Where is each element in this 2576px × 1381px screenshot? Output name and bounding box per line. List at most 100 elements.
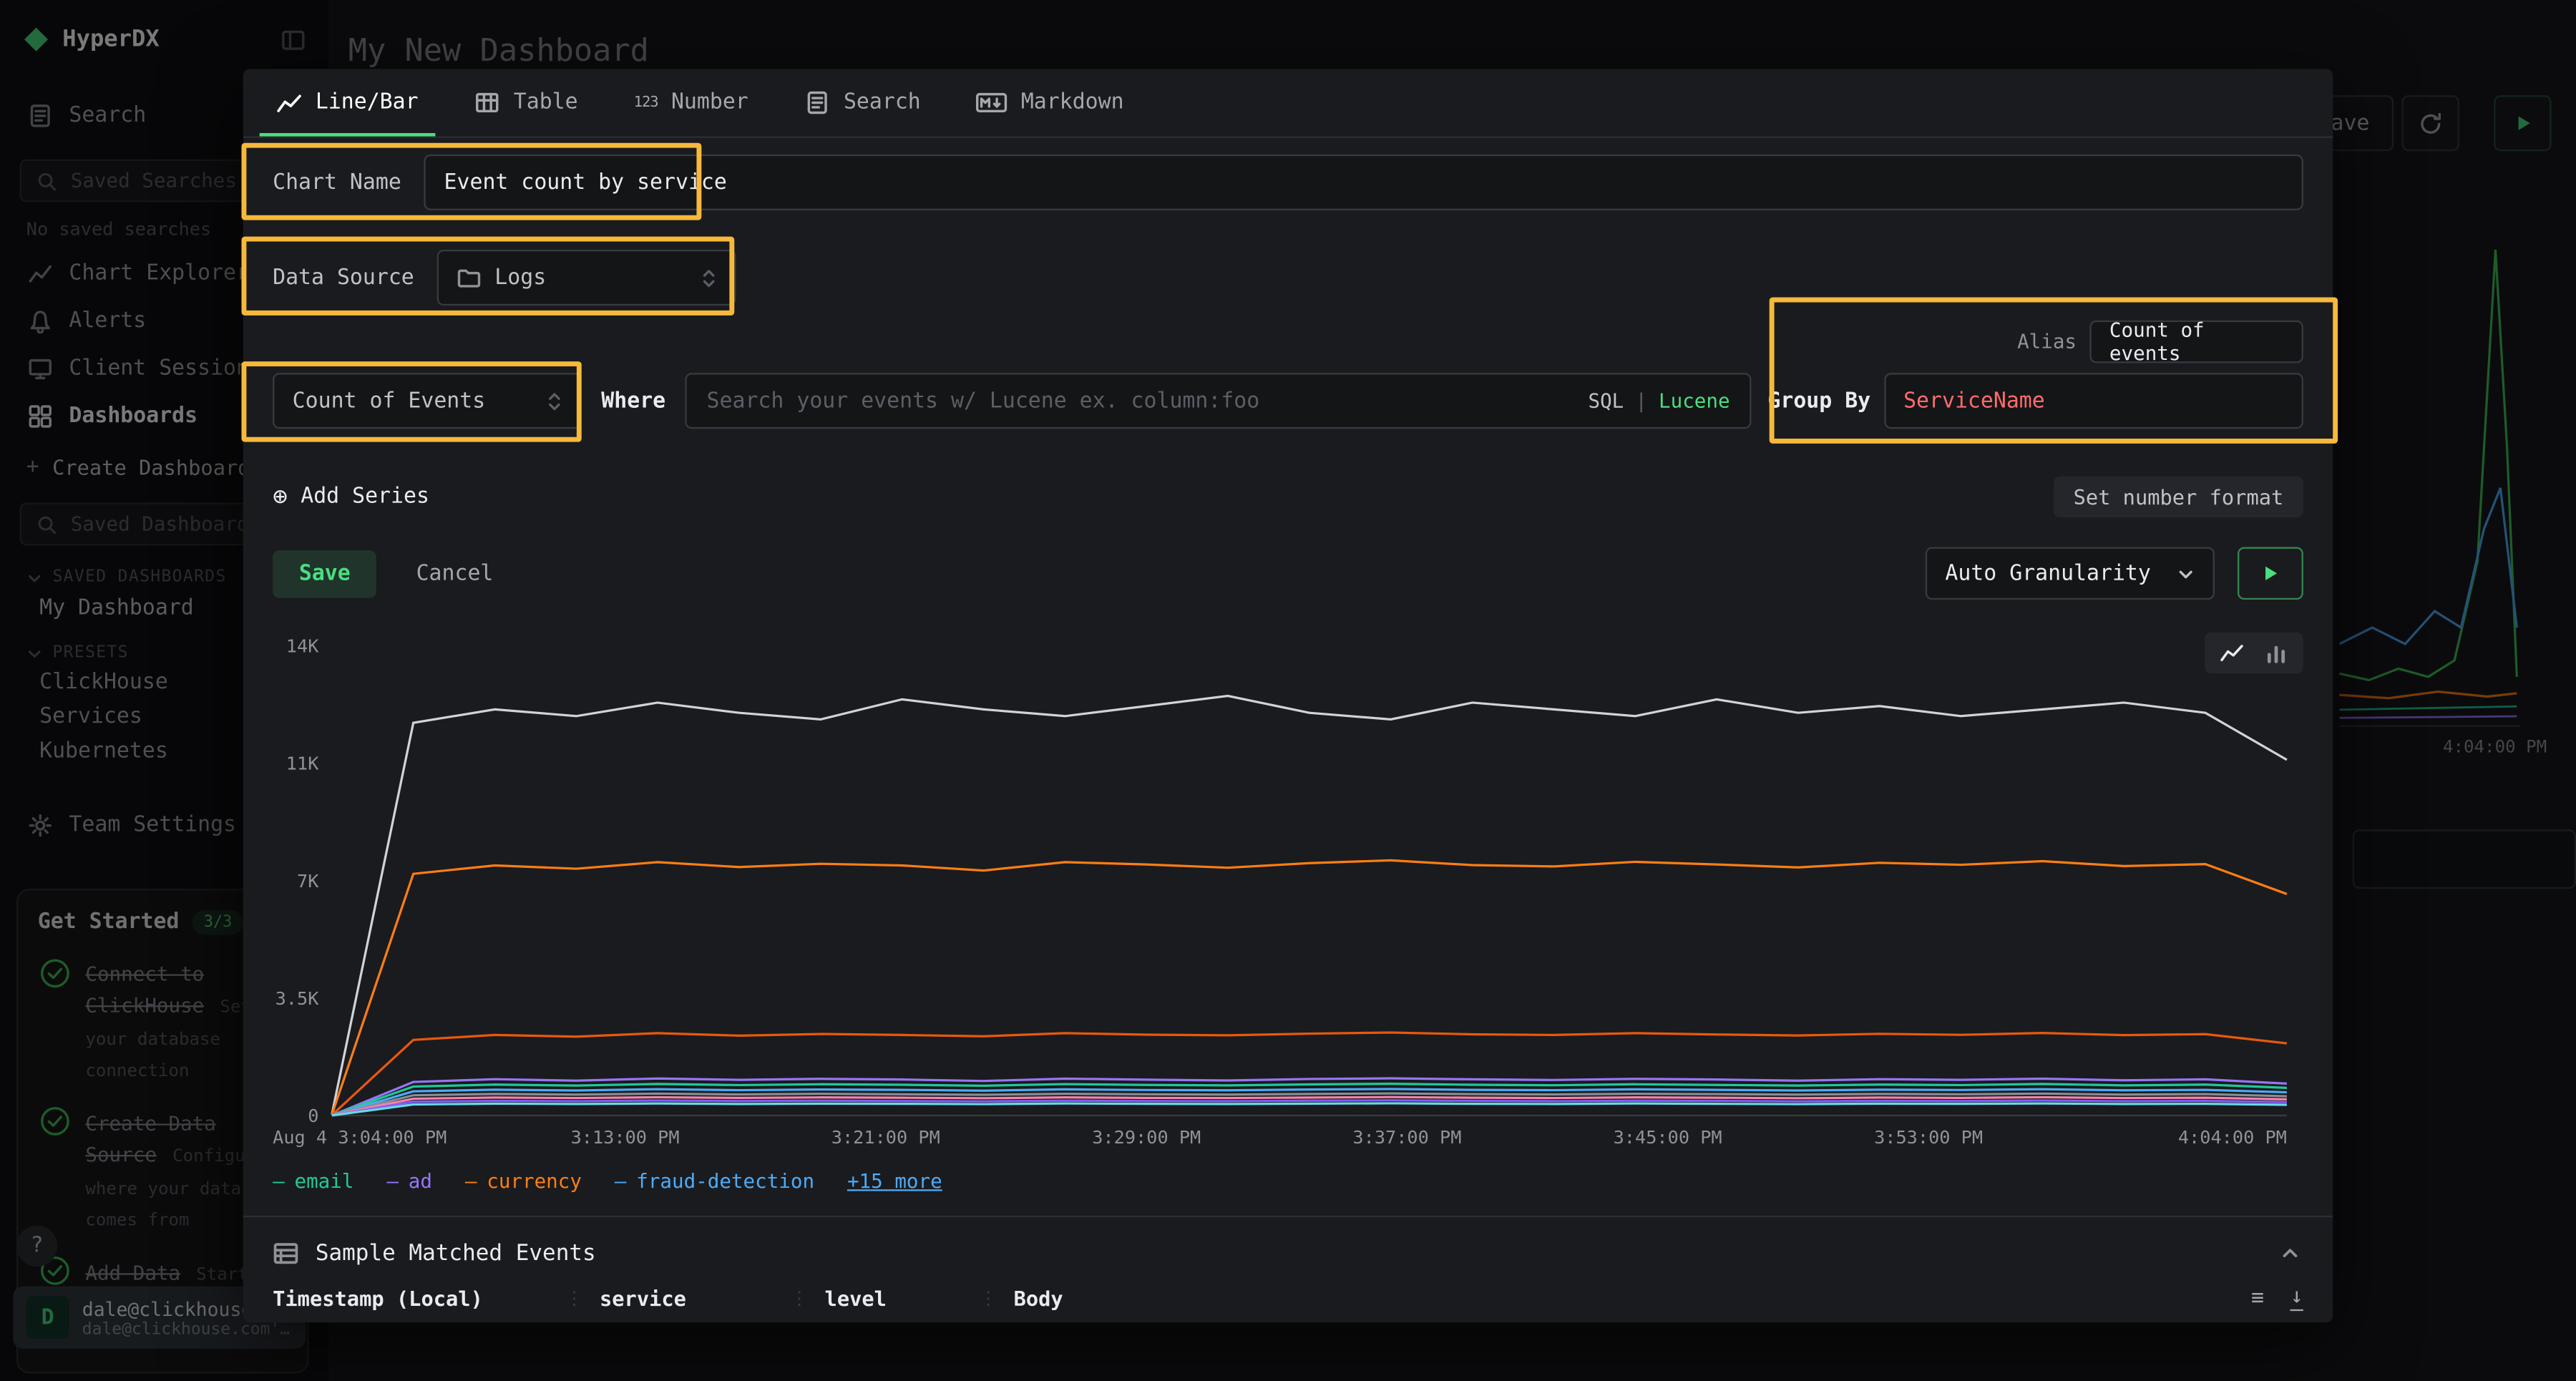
lucene-mode-toggle[interactable]: Lucene (1659, 389, 1730, 412)
data-source-label: Data Source (273, 265, 414, 290)
where-placeholder: Search your events w/ Lucene ex. column:… (707, 389, 1589, 413)
where-label: Where (601, 389, 665, 414)
folder-icon (457, 265, 481, 290)
chevron-down-icon (2177, 565, 2195, 582)
svg-text:11K: 11K (286, 753, 319, 774)
column-separator: ⋮ (979, 1288, 997, 1309)
svg-text:3:29:00 PM: 3:29:00 PM (1092, 1127, 1201, 1148)
app-root: HyperDX Search Saved Searches No saved s… (0, 0, 2576, 1381)
add-series-label: Add Series (301, 484, 429, 508)
chart-display-toggle[interactable] (2205, 633, 2303, 673)
group-by-value: ServiceName (1903, 389, 2045, 413)
save-chart-button[interactable]: Save (273, 550, 376, 597)
alias-input[interactable]: Count of events (2089, 321, 2303, 363)
chart-type-tabs: Line/Bar Table 123 Number Search (243, 69, 2333, 137)
number-123-icon: 123 (634, 94, 658, 111)
svg-text:3:45:00 PM: 3:45:00 PM (1614, 1127, 1722, 1148)
tab-line-bar[interactable]: Line/Bar (276, 69, 419, 136)
table-icon (474, 90, 501, 114)
svg-text:3:21:00 PM: 3:21:00 PM (831, 1127, 940, 1148)
tab-label: Number (671, 90, 748, 114)
legend-label: fraud-detection (636, 1170, 814, 1193)
tab-label: Table (514, 90, 578, 114)
updown-chevrons-icon (702, 265, 717, 290)
legend-dash: — (615, 1170, 627, 1193)
sql-mode-toggle[interactable]: SQL (1588, 389, 1624, 412)
alias-label: Alias (2017, 330, 2077, 353)
svg-text:14K: 14K (286, 635, 319, 656)
column-timestamp[interactable]: Timestamp (Local) (273, 1287, 549, 1311)
preview-chart: 0 3.5K 7K 11K 14K Aug 4 3:04:00 PM 3:13:00 PM 3… (243, 629, 2333, 1151)
column-separator: ⋮ (790, 1288, 808, 1309)
svg-text:7K: 7K (297, 871, 319, 892)
run-query-button[interactable] (2238, 547, 2303, 600)
tab-number[interactable]: 123 Number (634, 69, 748, 136)
svg-text:4:04:00 PM: 4:04:00 PM (2178, 1127, 2287, 1148)
markdown-icon (977, 90, 1008, 114)
granularity-value: Auto Granularity (1945, 561, 2151, 585)
legend-label: ad (409, 1170, 432, 1193)
cancel-button[interactable]: Cancel (416, 561, 494, 585)
legend-item-email[interactable]: — email (273, 1170, 353, 1193)
tab-label: Markdown (1021, 90, 1124, 114)
svg-text:Aug 4 3:04:00 PM: Aug 4 3:04:00 PM (273, 1127, 447, 1148)
legend-dash: — (465, 1170, 477, 1193)
svg-text:3:53:00 PM: 3:53:00 PM (1874, 1127, 1983, 1148)
svg-text:3:13:00 PM: 3:13:00 PM (571, 1127, 680, 1148)
filter-icon[interactable]: ≡ (2251, 1287, 2264, 1311)
legend-label: currency (487, 1170, 582, 1193)
tab-search[interactable]: Search (804, 69, 921, 136)
group-by-stack: Alias Count of events Group By ServiceNa… (1767, 321, 2303, 429)
tab-markdown[interactable]: Markdown (977, 69, 1124, 136)
legend-dash: — (273, 1170, 285, 1193)
svg-text:0: 0 (308, 1106, 318, 1126)
group-by-label: Group By (1767, 389, 1870, 413)
legend-dash: — (386, 1170, 399, 1193)
tab-table[interactable]: Table (474, 69, 578, 136)
tab-label: Line/Bar (316, 90, 419, 114)
svg-text:3:37:00 PM: 3:37:00 PM (1352, 1127, 1461, 1148)
table-list-icon (273, 1240, 299, 1267)
where-input[interactable]: Search your events w/ Lucene ex. column:… (686, 373, 1752, 429)
chart-name-input[interactable]: Event count by service (424, 155, 2303, 210)
legend-item-ad[interactable]: — ad (386, 1170, 432, 1193)
legend-item-currency[interactable]: — currency (465, 1170, 582, 1193)
circle-plus-icon: ⊕ (273, 482, 288, 511)
edit-chart-modal: Line/Bar Table 123 Number Search (243, 69, 2333, 1322)
aggregation-value: Count of Events (293, 389, 486, 413)
legend-more-link[interactable]: +15 more (847, 1170, 942, 1193)
svg-text:3.5K: 3.5K (275, 988, 320, 1009)
data-source-select[interactable]: Logs (437, 250, 736, 306)
sample-events-title: Sample Matched Events (316, 1240, 596, 1267)
line-display-icon[interactable] (2220, 640, 2244, 665)
tab-label: Search (844, 90, 921, 114)
column-service[interactable]: service (600, 1287, 774, 1311)
alias-value: Count of events (2109, 318, 2283, 364)
legend-item-fraud-detection[interactable]: — fraud-detection (615, 1170, 814, 1193)
play-icon (2260, 563, 2280, 583)
granularity-select[interactable]: Auto Granularity (1926, 547, 2215, 600)
sample-events-header[interactable]: Sample Matched Events (243, 1217, 2333, 1283)
chevron-up-icon[interactable] (2277, 1244, 2303, 1264)
line-chart: 0 3.5K 7K 11K 14K Aug 4 3:04:00 PM 3:13:00 PM 3… (273, 629, 2303, 1151)
download-icon[interactable]: ↓ (2290, 1287, 2303, 1311)
line-chart-icon (276, 89, 303, 116)
legend-label: email (295, 1170, 354, 1193)
bar-display-icon[interactable] (2264, 640, 2288, 665)
column-body[interactable]: Body (1014, 1287, 2235, 1311)
document-icon (804, 90, 831, 114)
data-source-value: Logs (494, 265, 546, 290)
mode-divider: | (1635, 389, 1647, 412)
chart-legend: — email — ad — currency — fraud-detectio… (243, 1168, 2333, 1194)
aggregation-select[interactable]: Count of Events (273, 373, 582, 429)
chart-name-label: Chart Name (273, 170, 401, 195)
events-table-header: Timestamp (Local) ⋮ service ⋮ level ⋮ Bo… (243, 1283, 2333, 1311)
series-editor-row: Count of Events Where Search your events… (243, 321, 2333, 429)
group-by-input[interactable]: ServiceName (1884, 373, 2303, 429)
set-number-format-button[interactable]: Set number format (2054, 476, 2303, 517)
column-separator: ⋮ (565, 1288, 583, 1309)
column-level[interactable]: level (825, 1287, 963, 1311)
chart-name-value: Event count by service (444, 170, 727, 195)
add-series-button[interactable]: ⊕ Add Series (273, 482, 429, 511)
updown-chevrons-icon (547, 389, 562, 413)
